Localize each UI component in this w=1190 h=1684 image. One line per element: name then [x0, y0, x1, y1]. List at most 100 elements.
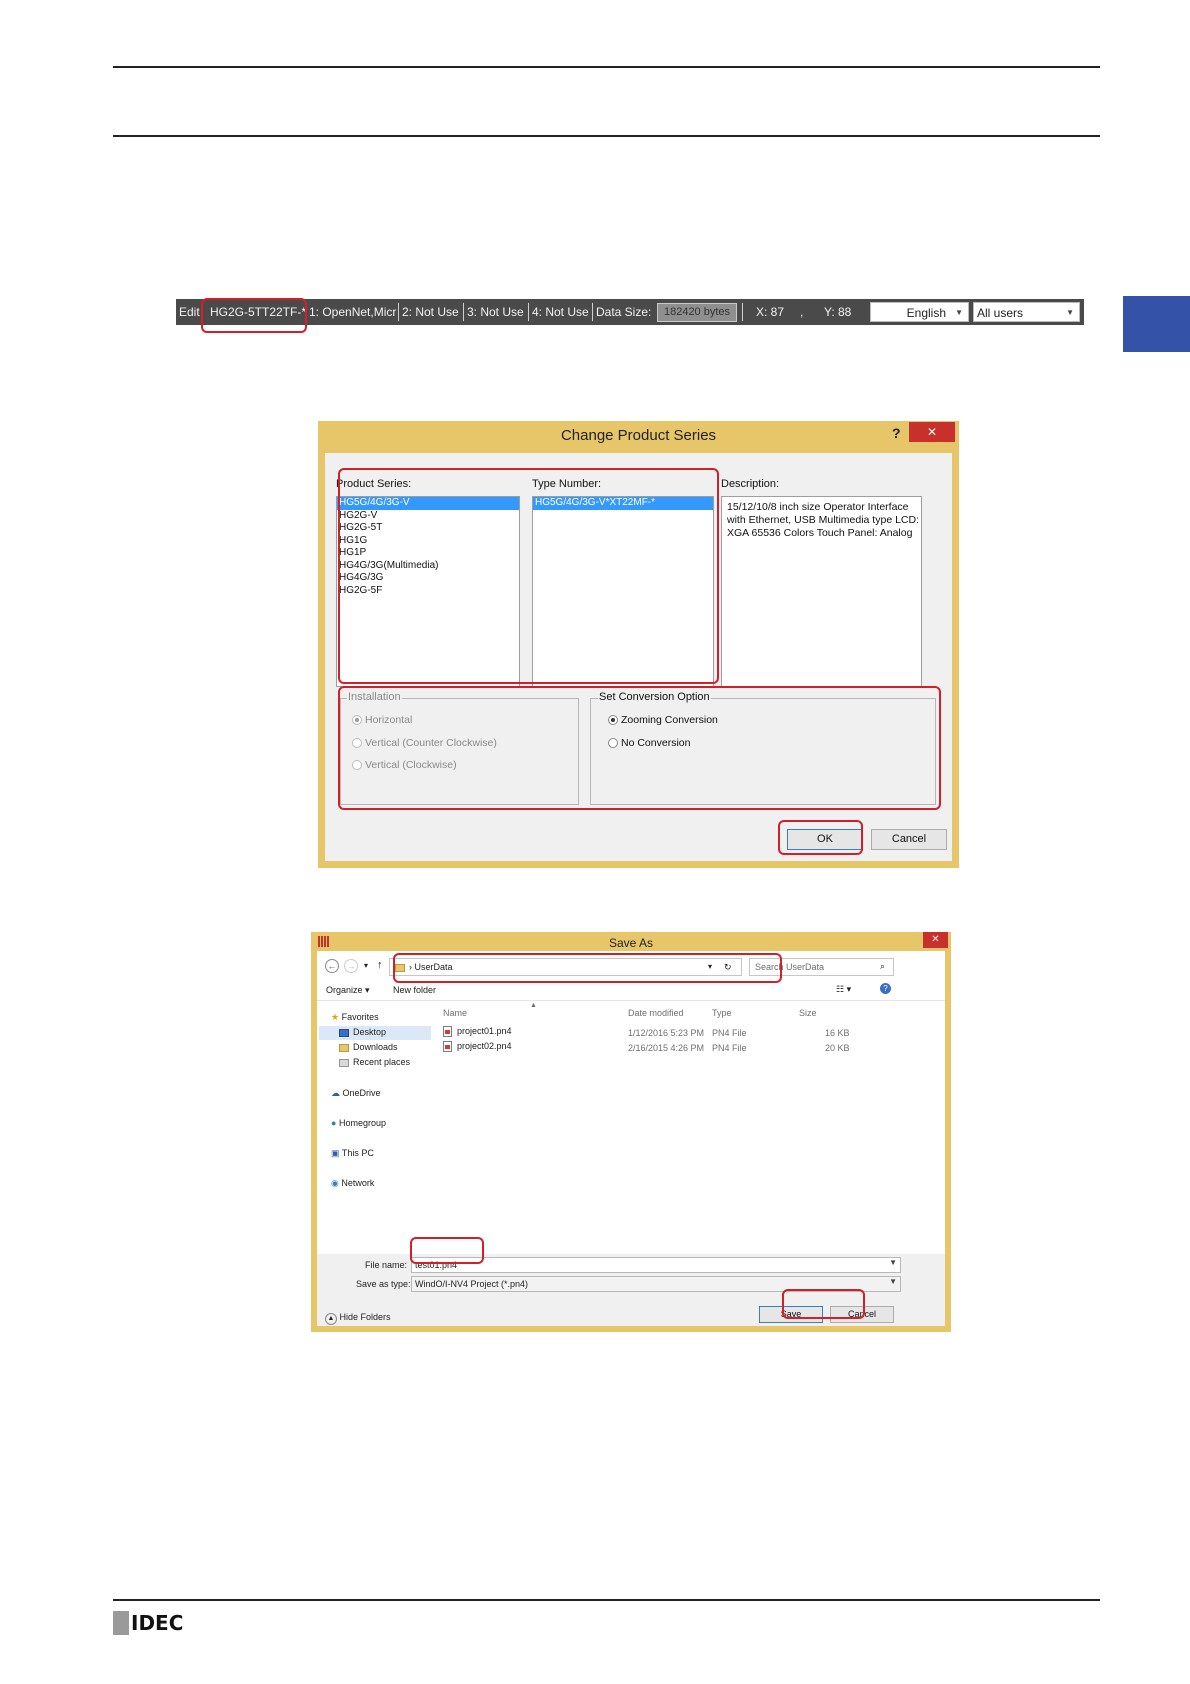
list-item[interactable]: HG1P [337, 547, 519, 560]
list-item[interactable]: HG2G-V [337, 510, 519, 523]
file-name-input[interactable]: test01.pn4 ▼ [411, 1257, 901, 1273]
file-icon [443, 1041, 452, 1053]
radio-horizontal: Horizontal [352, 714, 412, 726]
status-y-coord: Y: 88 [824, 305, 852, 319]
language-select[interactable]: English ▼ [870, 302, 969, 322]
chevron-up-icon: ▲ [325, 1313, 337, 1325]
product-series-label: Product Series: [336, 478, 412, 490]
nav-onedrive[interactable]: ☁ OneDrive [331, 1088, 381, 1099]
column-type[interactable]: Type [712, 1008, 732, 1018]
close-icon[interactable]: ✕ [923, 932, 948, 948]
view-icon[interactable]: ☷ ▾ [836, 984, 851, 995]
change-product-series-dialog: Change Product Series ? ✕ Product Series… [318, 421, 959, 868]
radio-vertical-cw: Vertical (Clockwise) [352, 759, 457, 771]
chevron-down-icon: ▼ [1066, 308, 1074, 317]
list-item[interactable]: HG2G-5F [337, 585, 519, 598]
forward-icon[interactable]: → [344, 959, 358, 973]
ok-button[interactable]: OK [787, 829, 863, 850]
close-icon[interactable]: ✕ [909, 422, 955, 442]
chevron-down-icon[interactable]: ▼ [889, 1277, 897, 1286]
list-item[interactable]: HG5G/4G/3G-V [337, 497, 519, 510]
save-type-select[interactable]: WindO/I-NV4 Project (*.pn4) ▼ [411, 1276, 901, 1292]
radio-no-conversion[interactable]: No Conversion [608, 737, 690, 749]
idec-logo: IDEC [113, 1611, 183, 1635]
chevron-down-icon: ▼ [955, 308, 963, 317]
radio-zooming-conversion[interactable]: Zooming Conversion [608, 714, 718, 726]
dialog-client: Product Series: HG5G/4G/3G-V HG2G-V HG2G… [325, 453, 952, 861]
dialog-client: ← → ▾ ↑ › UserData ▾ ↻ Search UserData ⌕… [317, 951, 945, 1326]
help-icon[interactable]: ? [880, 983, 891, 994]
toolbar-divider [317, 1000, 945, 1001]
radio-icon [608, 715, 618, 725]
product-series-list[interactable]: HG5G/4G/3G-V HG2G-V HG2G-5T HG1G HG1P HG… [336, 496, 520, 687]
nav-this-pc[interactable]: ▣ This PC [331, 1148, 374, 1159]
installation-title: Installation [347, 691, 402, 703]
search-input[interactable]: Search UserData ⌕ [749, 958, 894, 976]
cancel-button[interactable]: Cancel [830, 1306, 894, 1323]
cloud-icon: ☁ [331, 1088, 340, 1098]
status-edit-label: Edit [179, 305, 200, 319]
up-icon[interactable]: ↑ [377, 959, 383, 971]
save-options-pane: File name: test01.pn4 ▼ Save as type: Wi… [317, 1254, 945, 1326]
column-date[interactable]: Date modified [628, 1008, 684, 1018]
hide-folders-button[interactable]: ▲ Hide Folders [325, 1312, 391, 1325]
address-bar[interactable]: › UserData ▾ ↻ [389, 958, 742, 976]
file-name: project01.pn4 [443, 1026, 512, 1038]
file-name: project02.pn4 [443, 1041, 512, 1053]
status-port4: 4: Not Use [532, 305, 589, 319]
refresh-icon[interactable]: ↻ [724, 962, 732, 973]
file-date: 1/12/2016 5:23 PM [628, 1028, 705, 1038]
save-button[interactable]: Save [759, 1306, 823, 1323]
status-comma: , [800, 305, 804, 319]
logo-text: IDEC [131, 1611, 184, 1635]
column-size[interactable]: Size [799, 1008, 817, 1018]
nav-recent-places[interactable]: Recent places [339, 1057, 410, 1067]
status-port3: 3: Not Use [467, 305, 524, 319]
dialog-title: Change Product Series [560, 427, 717, 444]
save-type-label: Save as type: [356, 1279, 411, 1289]
network-icon: ◉ [331, 1178, 339, 1188]
description-label: Description: [721, 478, 780, 490]
sort-arrow-icon: ▲ [530, 1002, 537, 1009]
nav-desktop[interactable]: Desktop [339, 1027, 386, 1037]
list-item[interactable]: HG4G/3G [337, 572, 519, 585]
list-item[interactable]: HG1G [337, 535, 519, 548]
column-name[interactable]: Name [443, 1008, 467, 1018]
chevron-down-icon[interactable]: ▾ [708, 962, 712, 971]
nav-network[interactable]: ◉ Network [331, 1178, 374, 1189]
help-icon[interactable]: ? [892, 425, 901, 441]
file-size: 16 KB [825, 1028, 850, 1038]
save-type-value: WindO/I-NV4 Project (*.pn4) [415, 1279, 529, 1289]
homegroup-icon: ● [331, 1118, 337, 1128]
list-item[interactable]: HG5G/4G/3G-V*XT22MF-* [533, 497, 713, 510]
description-line: 15/12/10/8 inch size Operator Interface [727, 501, 909, 513]
new-folder-button[interactable]: New folder [393, 985, 436, 995]
status-data-size-label: Data Size: [596, 305, 652, 319]
radio-icon [352, 738, 362, 748]
file-type: PN4 File [712, 1028, 747, 1038]
back-icon[interactable]: ← [325, 959, 339, 973]
status-model[interactable]: HG2G-5TT22TF-* [210, 299, 306, 325]
conversion-title: Set Conversion Option [598, 691, 711, 703]
user-select[interactable]: All users ▼ [973, 302, 1080, 322]
type-number-list[interactable]: HG5G/4G/3G-V*XT22MF-* [532, 496, 714, 687]
list-item[interactable]: HG4G/3G(Multimedia) [337, 560, 519, 573]
recent-icon [339, 1058, 349, 1067]
save-as-dialog: Save As ✕ ← → ▾ ↑ › UserData ▾ ↻ Search … [311, 932, 951, 1332]
description-box: 15/12/10/8 inch size Operator Interface … [721, 496, 922, 687]
star-icon: ★ [331, 1012, 340, 1022]
history-chevron-icon[interactable]: ▾ [364, 961, 368, 970]
radio-icon [608, 738, 618, 748]
organize-button[interactable]: Organize ▾ [326, 985, 370, 996]
file-size: 20 KB [825, 1043, 850, 1053]
file-date: 2/16/2015 4:26 PM [628, 1043, 705, 1053]
user-value: All users [977, 306, 1024, 320]
nav-homegroup[interactable]: ● Homegroup [331, 1118, 386, 1128]
dialog-title: Save As [608, 936, 654, 950]
description-line: XGA 65536 Colors Touch Panel: Analog [727, 527, 913, 539]
list-item[interactable]: HG2G-5T [337, 522, 519, 535]
chevron-down-icon[interactable]: ▼ [889, 1258, 897, 1267]
cancel-button[interactable]: Cancel [871, 829, 947, 850]
nav-downloads[interactable]: Downloads [339, 1042, 398, 1052]
nav-favorites[interactable]: ★ Favorites [331, 1012, 379, 1023]
